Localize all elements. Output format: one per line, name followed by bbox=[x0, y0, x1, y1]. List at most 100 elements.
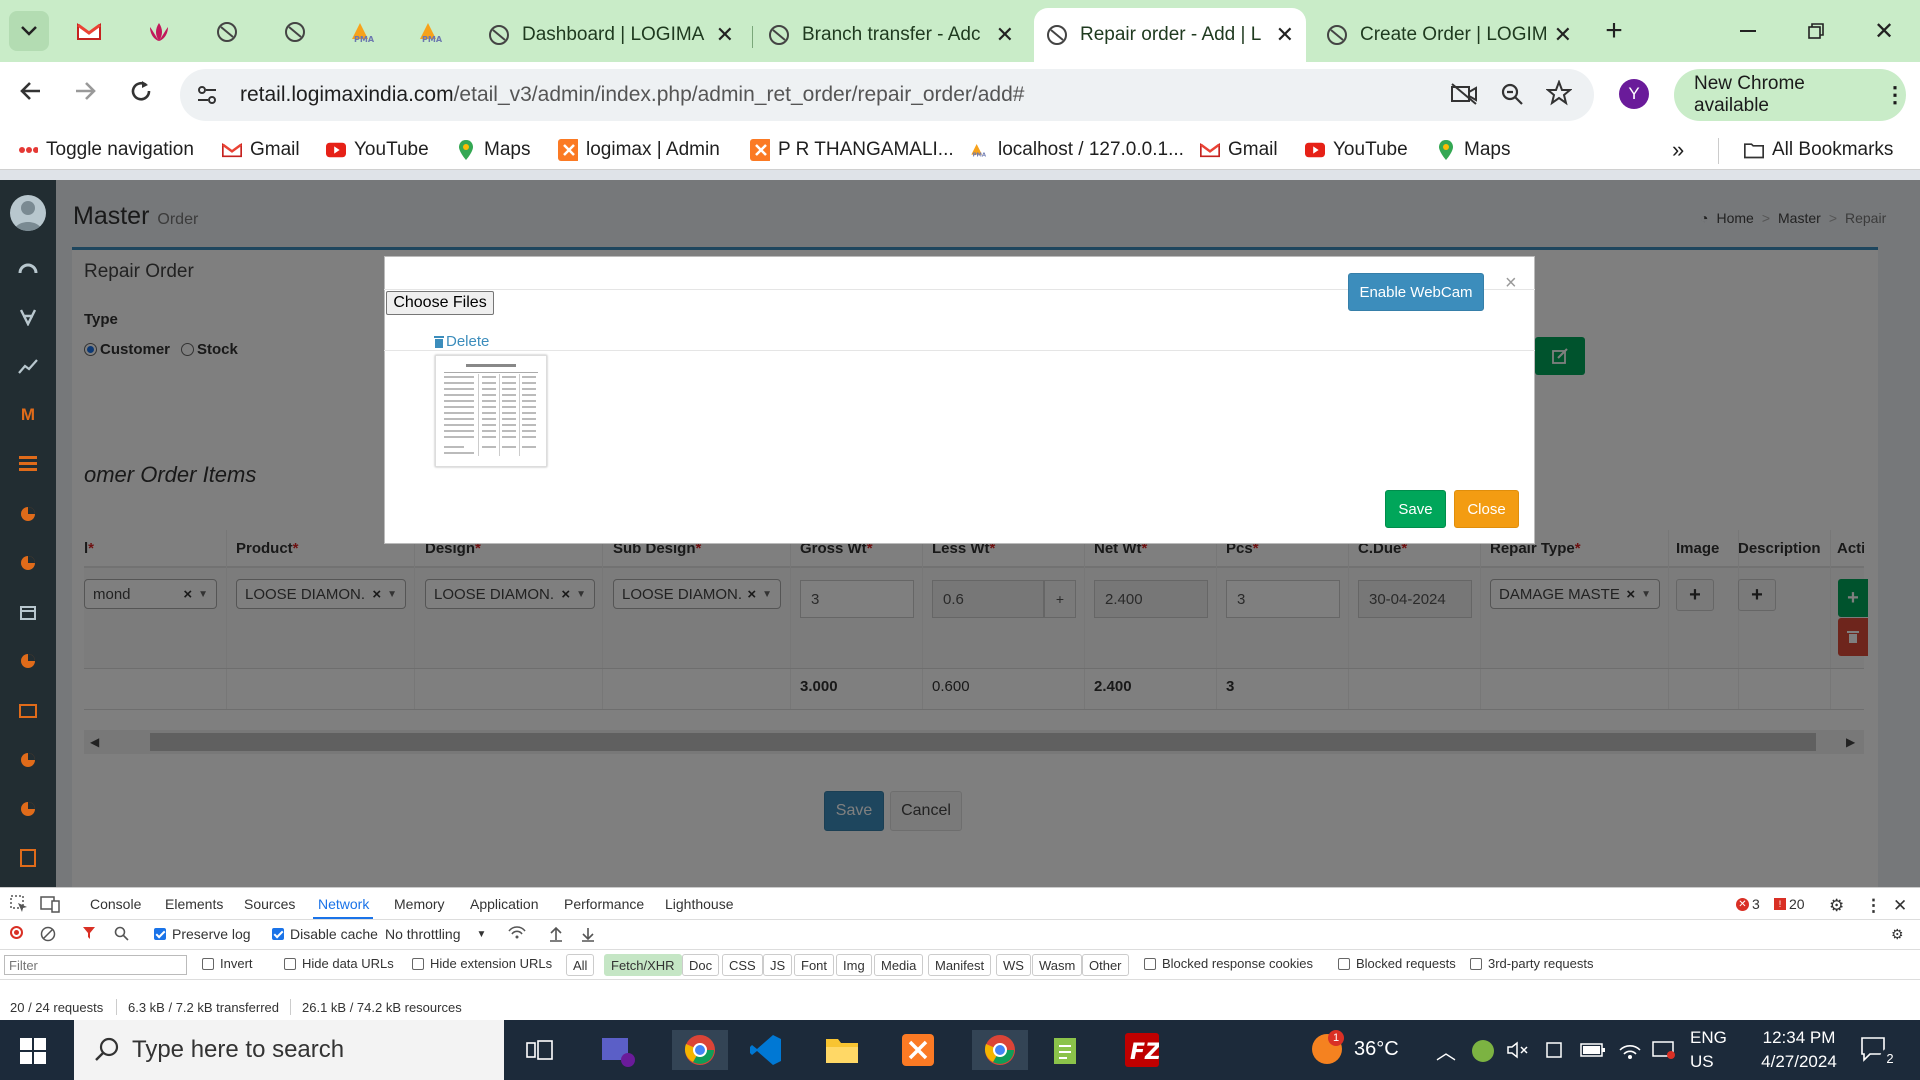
devtools-tab-sources[interactable]: Sources bbox=[244, 896, 295, 912]
filter-chip-wasm[interactable]: Wasm bbox=[1032, 954, 1083, 976]
third-party-checkbox[interactable]: 3rd-party requests bbox=[1470, 956, 1594, 971]
hide-extension-urls-checkbox[interactable]: Hide extension URLs bbox=[412, 956, 552, 971]
bookmark-maps-2[interactable]: Maps bbox=[1436, 136, 1510, 164]
camera-blocked-icon[interactable] bbox=[1450, 82, 1478, 106]
chevron-up-icon[interactable]: ︿ bbox=[1436, 1036, 1456, 1065]
profile-avatar[interactable]: Y bbox=[1619, 79, 1649, 109]
invert-checkbox[interactable]: Invert bbox=[202, 956, 253, 971]
modal-save-button[interactable]: Save bbox=[1385, 490, 1446, 528]
device-toolbar-icon[interactable] bbox=[40, 895, 60, 913]
hide-data-urls-checkbox[interactable]: Hide data URLs bbox=[284, 956, 394, 971]
filter-chip-all[interactable]: All bbox=[566, 954, 595, 976]
checkbox-unchecked[interactable] bbox=[1338, 957, 1350, 970]
checkbox-unchecked[interactable] bbox=[1470, 957, 1482, 970]
filter-chip-js[interactable]: JS bbox=[763, 954, 793, 976]
sidebar-pie-icon-4[interactable] bbox=[14, 748, 42, 772]
disable-cache-checkbox[interactable]: Disable cache bbox=[272, 926, 378, 942]
forward-button[interactable] bbox=[72, 78, 102, 108]
devtools-close-icon[interactable]: ✕ bbox=[1893, 896, 1907, 916]
devtools-tab-performance[interactable]: Performance bbox=[564, 896, 644, 912]
taskbar-app-file-explorer[interactable] bbox=[822, 1030, 862, 1070]
close-icon[interactable]: ✕ bbox=[996, 22, 1014, 48]
site-info-icon[interactable] bbox=[196, 85, 222, 105]
export-har-icon[interactable] bbox=[581, 926, 595, 942]
filter-chip-fetch-xhr[interactable]: Fetch/XHR bbox=[604, 954, 682, 976]
blocked-cookies-checkbox[interactable]: Blocked response cookies bbox=[1144, 956, 1313, 971]
checkbox-unchecked[interactable] bbox=[202, 957, 214, 970]
task-view-icon[interactable] bbox=[520, 1030, 560, 1070]
new-tab-button[interactable]: + bbox=[1592, 8, 1636, 54]
devtools-tab-lighthouse[interactable]: Lighthouse bbox=[665, 896, 734, 912]
close-icon[interactable]: ✕ bbox=[1276, 22, 1294, 48]
checkbox-checked[interactable] bbox=[272, 928, 284, 940]
restore-button[interactable] bbox=[1794, 8, 1838, 54]
filter-input[interactable]: Filter bbox=[4, 955, 187, 975]
sidebar-currency-icon[interactable] bbox=[14, 305, 42, 329]
temperature[interactable]: 36°C bbox=[1354, 1038, 1399, 1061]
filter-chip-media[interactable]: Media bbox=[874, 954, 924, 976]
throttling-select[interactable]: No throttling ▼ bbox=[385, 926, 486, 942]
minimize-button[interactable] bbox=[1726, 8, 1770, 54]
pinned-tab-pma-2[interactable]: PMA bbox=[414, 14, 452, 50]
checkbox-unchecked[interactable] bbox=[1144, 957, 1156, 970]
clock[interactable]: 12:34 PM 4/27/2024 bbox=[1744, 1026, 1854, 1074]
windows-start-icon[interactable] bbox=[20, 1038, 46, 1064]
devtools-tab-network[interactable]: Network bbox=[318, 896, 369, 912]
sidebar-master-icon[interactable]: M bbox=[14, 403, 42, 427]
taskbar-app-filezilla[interactable]: FZ bbox=[1122, 1030, 1162, 1070]
window-close-button[interactable]: ✕ bbox=[1862, 8, 1906, 54]
bookmark-logimax-admin[interactable]: logimax | Admin bbox=[558, 136, 720, 164]
reload-button[interactable] bbox=[128, 78, 158, 108]
devtools-tab-application[interactable]: Application bbox=[470, 896, 539, 912]
checkbox-checked[interactable] bbox=[154, 928, 166, 940]
battery-icon[interactable] bbox=[1580, 1042, 1606, 1058]
tab-create-order[interactable]: Create Order | LOGIM ✕ bbox=[1314, 8, 1584, 62]
all-bookmarks-button[interactable]: All Bookmarks bbox=[1744, 136, 1893, 164]
bookmark-star-icon[interactable] bbox=[1546, 80, 1572, 106]
taskbar-app-chrome[interactable] bbox=[672, 1030, 728, 1070]
bookmark-pr-thangamali[interactable]: P R THANGAMALI... bbox=[750, 136, 954, 164]
bookmark-localhost[interactable]: PMA localhost / 127.0.0.1... bbox=[970, 136, 1184, 164]
devtools-tab-console[interactable]: Console bbox=[90, 896, 141, 912]
inspect-element-icon[interactable] bbox=[10, 895, 28, 913]
bookmark-toggle-navigation[interactable]: Toggle navigation bbox=[18, 136, 194, 164]
filter-chip-manifest[interactable]: Manifest bbox=[928, 954, 992, 976]
devtools-settings-icon[interactable]: ⚙ bbox=[1829, 896, 1844, 916]
bookmark-maps[interactable]: Maps bbox=[456, 136, 530, 164]
search-button[interactable] bbox=[114, 926, 130, 942]
import-har-icon[interactable] bbox=[549, 926, 563, 942]
sidebar-dashboard-icon[interactable] bbox=[14, 256, 42, 280]
modal-close-icon[interactable]: × bbox=[1505, 272, 1517, 295]
issue-count-badge[interactable]: ! 20 bbox=[1774, 896, 1805, 912]
error-count-badge[interactable]: ✕ 3 bbox=[1736, 896, 1760, 912]
network-settings-icon[interactable]: ⚙ bbox=[1891, 926, 1904, 943]
record-button[interactable] bbox=[10, 926, 23, 939]
tray-screen-icon[interactable] bbox=[1652, 1040, 1676, 1060]
filter-chip-img[interactable]: Img bbox=[836, 954, 872, 976]
enable-webcam-button[interactable]: Enable WebCam bbox=[1348, 273, 1484, 311]
bookmarks-overflow-button[interactable]: » bbox=[1672, 136, 1684, 164]
language-indicator[interactable]: ENG US bbox=[1690, 1026, 1727, 1074]
tab-search-button[interactable] bbox=[8, 8, 50, 54]
taskbar-app-vscode[interactable] bbox=[746, 1030, 786, 1070]
tab-branch-transfer[interactable]: Branch transfer - Adc ✕ bbox=[756, 8, 1026, 62]
speaker-muted-icon[interactable] bbox=[1506, 1040, 1530, 1060]
choose-files-button[interactable]: Choose Files bbox=[386, 291, 494, 315]
taskbar-app-chrome-2[interactable] bbox=[972, 1030, 1028, 1070]
sidebar-pie-icon-2[interactable] bbox=[14, 551, 42, 575]
zoom-icon[interactable] bbox=[1500, 82, 1524, 106]
filter-chip-doc[interactable]: Doc bbox=[682, 954, 720, 976]
devtools-more-icon[interactable]: ⋮ bbox=[1865, 896, 1882, 916]
preserve-log-checkbox[interactable]: Preserve log bbox=[154, 926, 251, 942]
network-conditions-icon[interactable] bbox=[508, 926, 526, 940]
sidebar-pie-icon[interactable] bbox=[14, 502, 42, 526]
delete-image-link[interactable]: Delete bbox=[434, 333, 489, 350]
pinned-tab-gmail[interactable] bbox=[70, 14, 108, 50]
taskbar-search-box[interactable]: Type here to search bbox=[74, 1020, 504, 1080]
back-button[interactable] bbox=[18, 78, 48, 108]
sidebar-pie-icon-5[interactable] bbox=[14, 797, 42, 821]
tab-dashboard[interactable]: Dashboard | LOGIMA ✕ bbox=[476, 8, 746, 62]
sidebar-calendar-icon[interactable] bbox=[14, 600, 42, 624]
sidebar-pie-icon-3[interactable] bbox=[14, 649, 42, 673]
pinned-tab-globe-1[interactable] bbox=[208, 14, 246, 50]
